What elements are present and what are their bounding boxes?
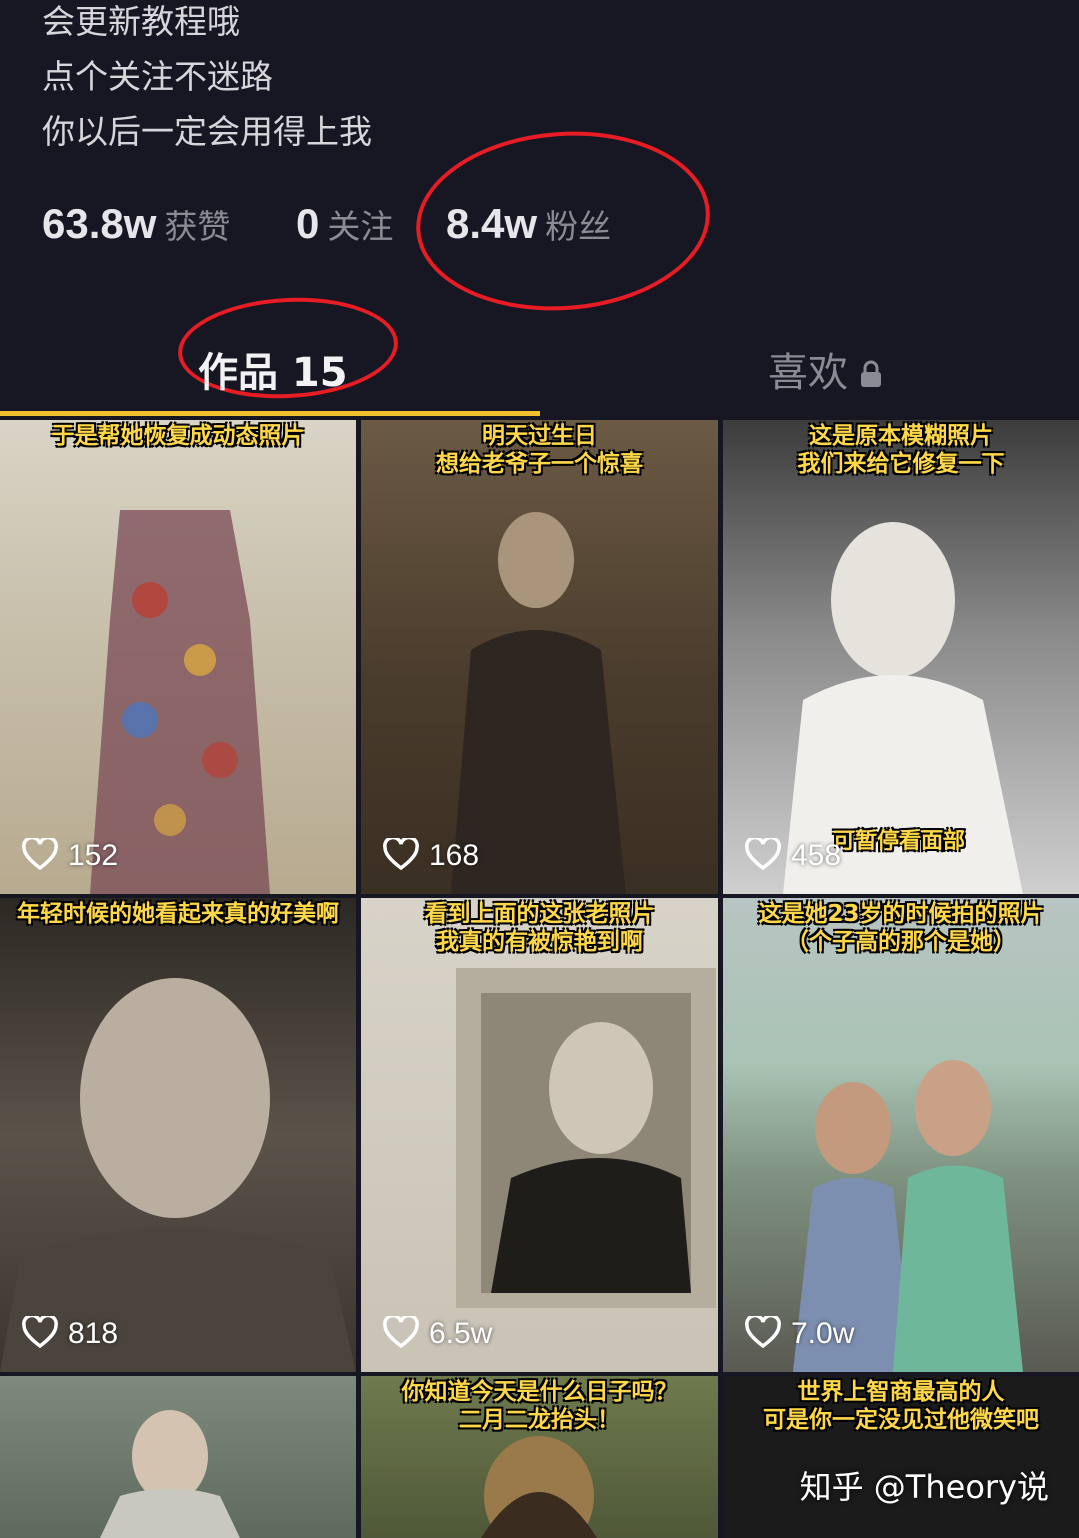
video-thumbnail[interactable]: 明天过生日 想给老爷子一个惊喜 168 xyxy=(361,420,718,894)
video-thumbnail[interactable]: 世界上智商最高的人 可是你一定没见过他微笑吧 xyxy=(723,1376,1079,1538)
bio-line: 点个关注不迷路 xyxy=(42,57,273,96)
video-caption: 你知道今天是什么日子吗？ 二月二龙抬头！ xyxy=(401,1379,678,1433)
like-count: 7.0w xyxy=(791,1317,855,1350)
woman-portrait xyxy=(0,978,356,1372)
stat-followers[interactable]: 8.4w 粉丝 xyxy=(446,200,611,248)
heart-icon xyxy=(22,1313,58,1352)
tab-indicator xyxy=(0,411,540,416)
like-count: 6.5w xyxy=(429,1317,493,1350)
video-caption: 看到上面的这张老照片 我真的有被惊艳到啊 xyxy=(424,901,655,955)
stat-following[interactable]: 0 关注 xyxy=(296,200,393,248)
stat-label: 粉丝 xyxy=(545,207,612,246)
bio-line: 你以后一定会用得上我 xyxy=(42,112,372,151)
video-thumbnail[interactable]: 这是原本模糊照片 我们来给它修复一下 可暂停看面部 458 xyxy=(723,420,1079,894)
man-portrait xyxy=(451,512,626,894)
stat-value: 63.8w xyxy=(42,200,157,247)
watermark: 知乎 @Theory说 xyxy=(799,1468,1049,1506)
woman-portrait xyxy=(100,1410,240,1538)
tab-likes-label: 喜欢 xyxy=(768,350,848,396)
video-thumbnail[interactable] xyxy=(0,1376,356,1538)
video-thumbnail[interactable]: 看到上面的这张老照片 我真的有被惊艳到啊 6.5w xyxy=(361,898,718,1372)
profile-tabs: 作品 15 喜欢 xyxy=(0,322,1079,412)
id-photo xyxy=(456,968,716,1308)
like-count: 168 xyxy=(429,839,480,872)
stat-value: 0 xyxy=(296,200,320,247)
profile-bio: 会更新教程哦 点个关注不迷路 你以后一定会用得上我 xyxy=(42,0,372,159)
video-caption: 年轻时候的她看起来真的好美啊 xyxy=(17,901,339,927)
video-subcaption: 可暂停看面部 xyxy=(833,829,966,854)
stat-label: 关注 xyxy=(327,207,394,246)
tab-likes[interactable]: 喜欢 xyxy=(768,340,882,398)
lock-icon xyxy=(860,352,882,398)
heart-icon xyxy=(22,835,58,874)
stat-label: 获赞 xyxy=(164,207,231,246)
video-caption: 这是原本模糊照片 我们来给它修复一下 xyxy=(797,423,1005,477)
heart-icon xyxy=(745,1313,781,1352)
heart-icon xyxy=(383,1313,419,1352)
woman-portrait xyxy=(783,522,1023,894)
video-likes: 168 xyxy=(383,835,480,874)
video-likes: 152 xyxy=(22,835,119,874)
video-thumbnail[interactable]: 年轻时候的她看起来真的好美啊 818 xyxy=(0,898,356,1372)
video-caption: 这是她23岁的时候拍的照片 （个子高的那个是她） xyxy=(758,901,1044,955)
video-likes: 6.5w xyxy=(383,1313,493,1352)
video-thumbnail[interactable]: 这是她23岁的时候拍的照片 （个子高的那个是她） 7.0w xyxy=(723,898,1079,1372)
video-likes: 7.0w xyxy=(745,1313,855,1352)
video-caption: 世界上智商最高的人 可是你一定没见过他微笑吧 xyxy=(763,1379,1039,1433)
video-caption: 明天过生日 想给老爷子一个惊喜 xyxy=(436,423,643,477)
heart-icon xyxy=(383,835,419,874)
video-likes: 818 xyxy=(22,1313,119,1352)
video-thumbnail[interactable]: 你知道今天是什么日子吗？ 二月二龙抬头！ xyxy=(361,1376,718,1538)
like-count: 458 xyxy=(791,839,842,872)
video-likes: 458 xyxy=(745,835,842,874)
like-count: 152 xyxy=(68,839,119,872)
like-count: 818 xyxy=(68,1317,119,1350)
tab-works[interactable]: 作品 15 xyxy=(198,340,348,398)
video-caption: 于是帮她恢复成动态照片 xyxy=(51,423,305,449)
stat-value: 8.4w xyxy=(446,200,538,247)
two-women-photo xyxy=(793,1060,1023,1372)
video-thumbnail[interactable]: 于是帮她恢复成动态照片 152 xyxy=(0,420,356,894)
stat-likes-received[interactable]: 63.8w 获赞 xyxy=(42,200,230,248)
bio-line: 会更新教程哦 xyxy=(42,2,240,41)
heart-icon xyxy=(745,835,781,874)
dress-figure xyxy=(90,510,270,894)
